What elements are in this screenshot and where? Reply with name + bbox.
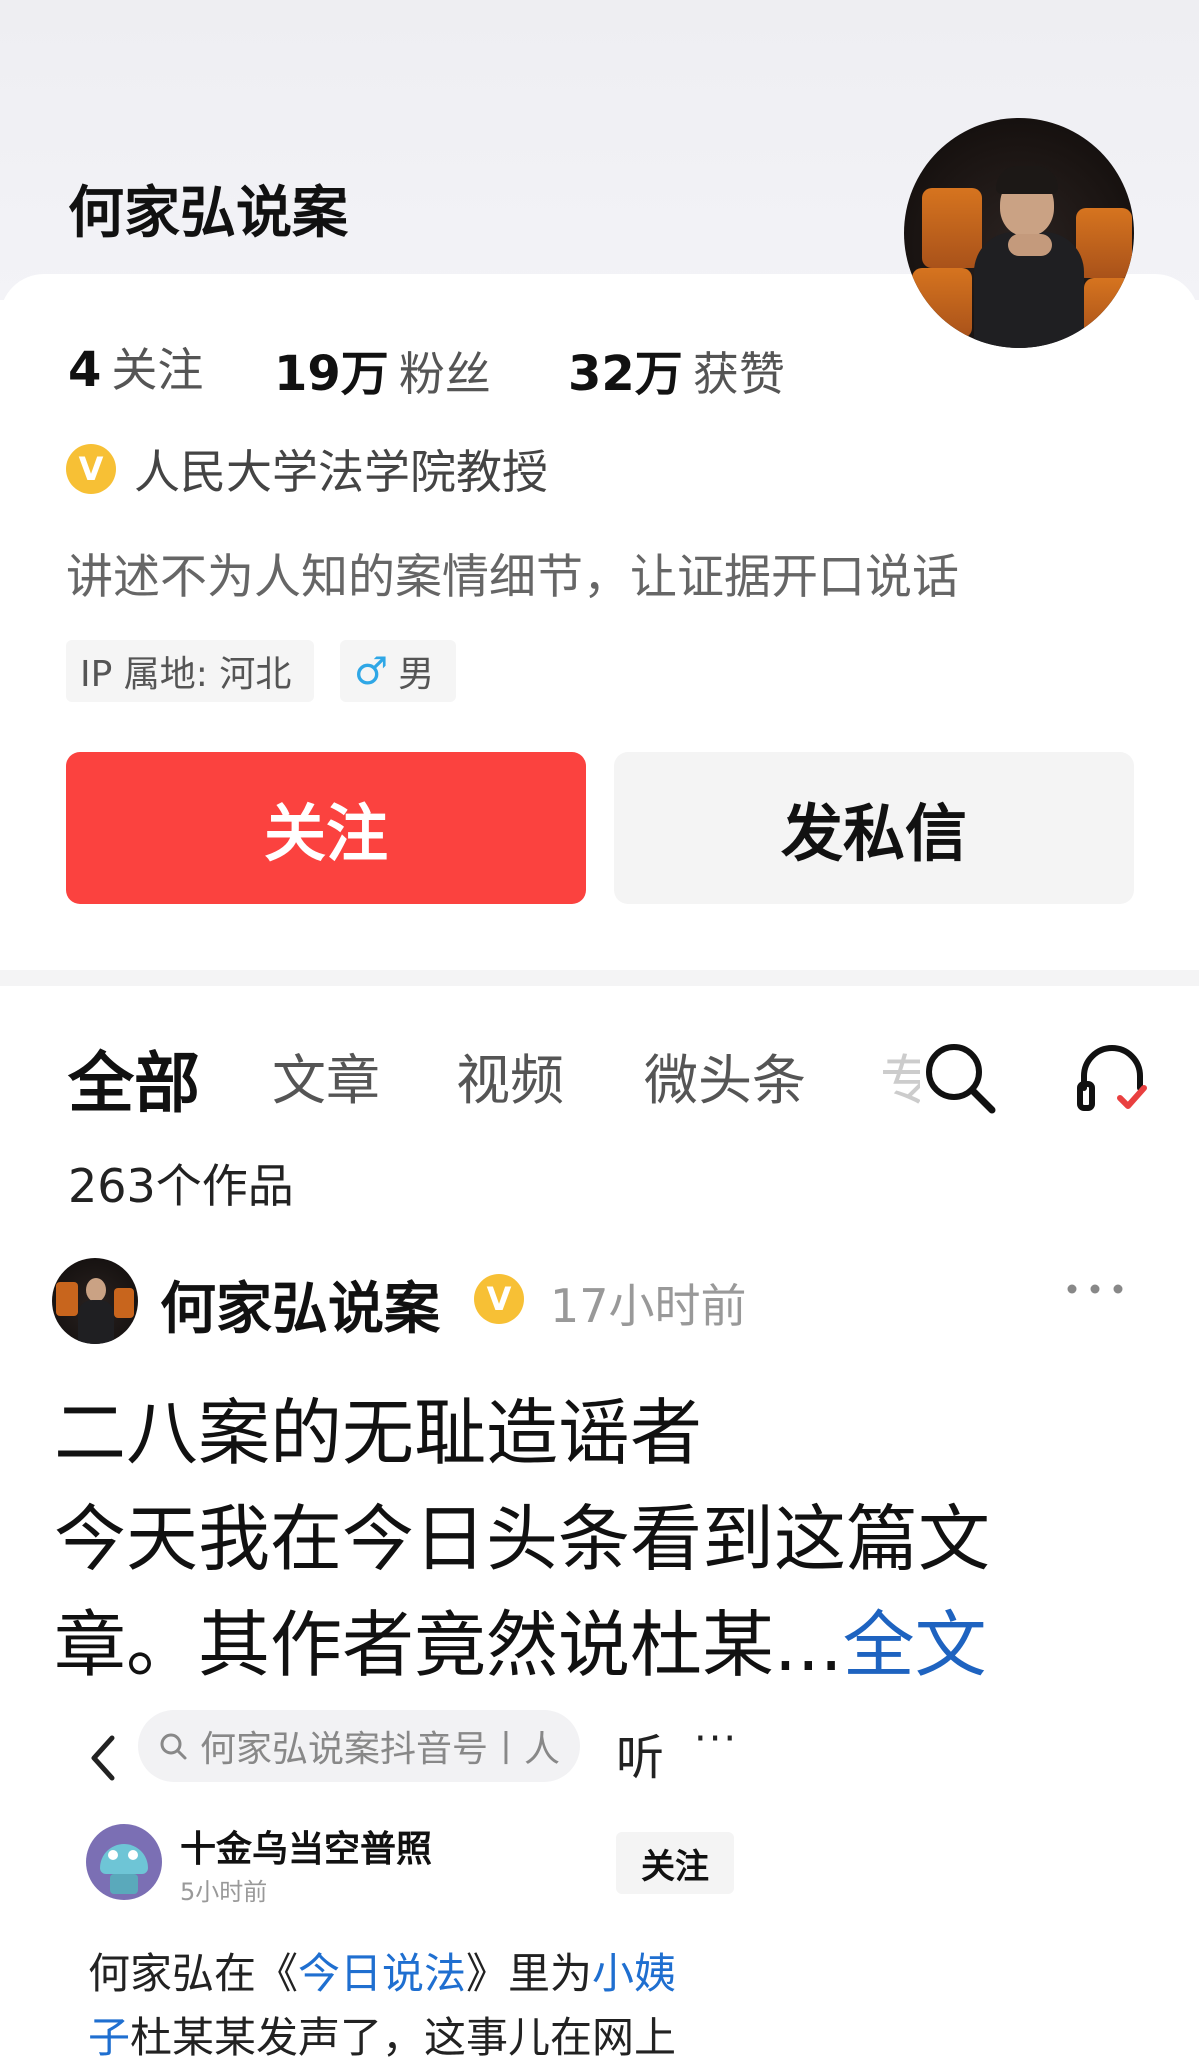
- headphones-check-icon[interactable]: [1070, 1036, 1154, 1120]
- post-body-text: 章。其作者竟然说杜某...: [54, 1603, 843, 1687]
- post-body-line[interactable]: 今天我在今日头条看到这篇文: [54, 1480, 990, 1585]
- embedded-search-placeholder: 何家弘说案抖音号丨人: [200, 1729, 561, 1770]
- stat-likes-label: 获赞: [692, 347, 785, 401]
- back-chevron-icon: [84, 1728, 120, 1788]
- send-message-button[interactable]: 发私信: [614, 752, 1134, 904]
- embedded-link: 子: [88, 2013, 131, 2062]
- post-body-line[interactable]: 章。其作者竟然说杜某...全文: [54, 1586, 987, 1691]
- embedded-author-name: 十金乌当空普照: [180, 1829, 433, 1870]
- embedded-text-line: 子杜某某发声了，这事儿在网上: [88, 2004, 676, 2063]
- stat-following[interactable]: 4 关注: [68, 334, 203, 400]
- profile-avatar[interactable]: [904, 118, 1134, 348]
- male-icon: ♂: [354, 649, 389, 693]
- stat-following-count: 4: [68, 342, 102, 398]
- embedded-more-label: ···: [694, 1716, 739, 1762]
- gender-tag: ♂ 男: [340, 640, 456, 702]
- works-count: 263个作品: [68, 1159, 294, 1213]
- stat-followers-label: 粉丝: [398, 347, 491, 401]
- post-author-avatar[interactable]: [52, 1258, 138, 1344]
- stat-following-label: 关注: [111, 343, 204, 397]
- read-full-link[interactable]: 全文: [843, 1603, 987, 1687]
- post-time: 17小时前: [550, 1279, 747, 1333]
- ip-location-text: IP 属地: 河北: [80, 654, 292, 695]
- profile-name: 何家弘说案: [68, 181, 348, 246]
- tab-videos[interactable]: 视频: [456, 1036, 564, 1115]
- embedded-link: 今日说法: [298, 1949, 467, 1998]
- embedded-link: 小姨: [592, 1949, 677, 1998]
- ip-location-tag: IP 属地: 河北: [66, 640, 314, 702]
- post-author-name[interactable]: 何家弘说案: [160, 1264, 440, 1345]
- embedded-text: 何家弘在《: [88, 1949, 299, 1998]
- embedded-listen-label: 听: [616, 1730, 665, 1786]
- more-dots-icon[interactable]: [1062, 1264, 1128, 1314]
- tab-all[interactable]: 全部: [68, 1030, 200, 1126]
- stat-followers[interactable]: 19万 粉丝: [274, 334, 491, 404]
- embedded-post-time: 5小时前: [180, 1878, 268, 1906]
- embedded-text: 》里为: [466, 1949, 593, 1998]
- profile-bio: 讲述不为人知的案情细节，让证据开口说话: [66, 550, 959, 605]
- tab-articles[interactable]: 文章: [272, 1036, 380, 1115]
- verified-v-icon: V: [66, 444, 116, 494]
- embedded-search-bar: 何家弘说案抖音号丨人: [138, 1710, 580, 1782]
- verification-text: 人民大学法学院教授: [134, 445, 548, 499]
- search-icon: [160, 1733, 187, 1760]
- embedded-text: 杜某某发声了，这事儿在网上: [130, 2013, 677, 2062]
- embedded-text-line: 何家弘在《今日说法》里为小姨: [88, 1940, 676, 2001]
- stat-likes-count: 32万: [568, 346, 683, 402]
- tab-micro-posts[interactable]: 微头条: [644, 1036, 806, 1115]
- post-title[interactable]: 二八案的无耻造谣者: [54, 1374, 702, 1479]
- post-image-screenshot[interactable]: 何家弘说案抖音号丨人 听 ··· 十金乌当空普照 5小时前 关注 何家弘在《今日…: [54, 1692, 770, 2063]
- verification-row: V 人民大学法学院教授: [66, 436, 548, 502]
- gender-text: 男: [398, 654, 435, 695]
- verified-v-icon: V: [474, 1274, 524, 1324]
- search-icon[interactable]: [918, 1036, 1002, 1120]
- stat-likes[interactable]: 32万 获赞: [568, 334, 785, 404]
- tab-overflow-hint[interactable]: 专: [880, 1036, 920, 1106]
- follow-button[interactable]: 关注: [66, 752, 586, 904]
- stat-followers-count: 19万: [274, 346, 389, 402]
- embedded-follow-button: 关注: [616, 1832, 734, 1894]
- section-divider: [0, 970, 1199, 986]
- embedded-author-avatar: [86, 1824, 162, 1900]
